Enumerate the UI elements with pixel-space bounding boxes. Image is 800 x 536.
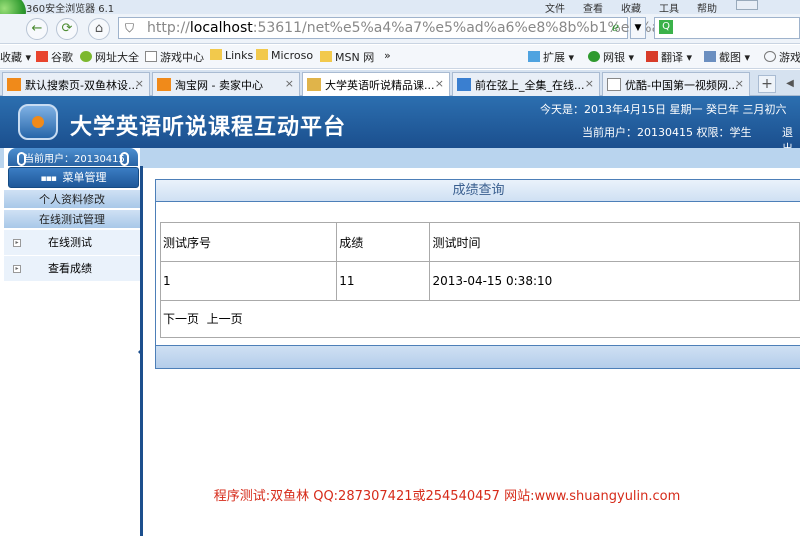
- collapse-arrow-icon[interactable]: [138, 348, 142, 356]
- search-input[interactable]: Q: [654, 17, 800, 39]
- window-menu: 文件 查看 收藏 工具 帮助: [545, 0, 735, 15]
- tab-taobao[interactable]: 淘宝网 - 卖家中心 ×: [152, 72, 300, 96]
- sidebar-group-profile[interactable]: 个人资料修改: [4, 190, 140, 209]
- tab-favicon: [157, 78, 171, 91]
- user-info: 当前用户：20130415 权限：学生: [582, 126, 752, 139]
- screenshot-button[interactable]: 截图 ▾: [704, 49, 750, 65]
- column-header: 成绩: [336, 222, 431, 262]
- shield-icon: ⛉: [125, 21, 135, 35]
- binder-ring-icon: [120, 152, 129, 166]
- translate-button[interactable]: 翻译 ▾: [646, 49, 692, 65]
- search-engine-icon[interactable]: Q: [659, 20, 673, 34]
- tab-youku[interactable]: 优酷-中国第一视频网... ×: [602, 72, 750, 96]
- fav-links[interactable]: Links: [210, 49, 253, 62]
- tab-list-icon[interactable]: ◀: [782, 75, 798, 93]
- next-page-link[interactable]: 下一页: [163, 312, 199, 326]
- compat-mode-icon[interactable]: ℯ: [612, 20, 619, 34]
- tab-favicon: [457, 78, 471, 91]
- table-cell: 1: [159, 261, 338, 301]
- fav-msn[interactable]: MSN 网: [320, 49, 374, 65]
- score-table: 测试序号 成绩 测试时间 1 11 2013-04-15 0:38:10: [159, 222, 800, 301]
- close-icon[interactable]: ×: [585, 77, 594, 90]
- fav-collect[interactable]: 收藏 ▾: [0, 49, 31, 65]
- back-icon[interactable]: ←: [26, 18, 48, 40]
- binder-ring-icon: [17, 152, 26, 166]
- panel-title: 成绩查询: [156, 180, 800, 202]
- tab-soku[interactable]: 前在弦上_全集_在线... ×: [452, 72, 600, 96]
- fav-microsoft[interactable]: Microso: [256, 49, 313, 62]
- browser-title: 360安全浏览器 6.1: [26, 4, 115, 15]
- pager: 下一页 上一页: [160, 300, 800, 338]
- fav-google[interactable]: 谷歌: [36, 49, 73, 65]
- date-info: 今天是：2013年4月15日 星期一 癸巳年 三月初六: [540, 103, 787, 116]
- close-icon[interactable]: ×: [135, 77, 144, 90]
- fav-more[interactable]: »: [384, 49, 391, 62]
- home-icon[interactable]: ⌂: [88, 18, 110, 40]
- column-header: 测试时间: [429, 222, 800, 262]
- close-icon[interactable]: ×: [285, 77, 294, 90]
- fav-game[interactable]: 游戏中心: [145, 49, 204, 65]
- expand-icon: ▸: [13, 239, 21, 247]
- menu-manage-button[interactable]: ▪▪▪ 菜单管理: [8, 167, 139, 188]
- panel-footer: [156, 345, 800, 368]
- minimize-button[interactable]: [736, 0, 758, 10]
- table-header-row: 测试序号 成绩 测试时间: [159, 222, 800, 262]
- column-header: 测试序号: [159, 222, 338, 262]
- fav-hao[interactable]: 网址大全: [80, 49, 139, 65]
- table-row: 1 11 2013-04-15 0:38:10: [159, 261, 800, 301]
- bank-button[interactable]: 网银 ▾: [588, 49, 634, 65]
- ext-button[interactable]: 扩展 ▾: [528, 49, 574, 65]
- tab-favicon: [307, 78, 321, 91]
- table-cell: 2013-04-15 0:38:10: [429, 261, 800, 301]
- game-button[interactable]: 游戏: [764, 49, 800, 65]
- close-icon[interactable]: ×: [435, 77, 444, 90]
- page-title: 大学英语听说课程互动平台: [70, 114, 347, 140]
- prev-page-link[interactable]: 上一页: [207, 312, 243, 326]
- url-dropdown-icon[interactable]: ▼: [630, 17, 646, 39]
- current-user-label: 当前用户：20130415: [8, 148, 138, 166]
- refresh-icon[interactable]: ⟳: [56, 18, 78, 40]
- footer-credit: 程序测试:双鱼林 QQ:287307421或254540457 网站:www.s…: [213, 489, 681, 504]
- table-cell: 11: [336, 261, 431, 301]
- sidebar-group-test[interactable]: 在线测试管理: [4, 210, 140, 229]
- tab-favicon: [7, 78, 21, 91]
- url-text: http://localhost:53611/net%e5%a4%a7%e5%a…: [147, 20, 687, 36]
- tab-course[interactable]: 大学英语听说精品课... ×: [302, 72, 450, 96]
- close-icon[interactable]: ×: [735, 77, 744, 90]
- site-logo-icon: [18, 104, 58, 140]
- sidebar-item-online-test[interactable]: ▸ 在线测试: [4, 230, 140, 256]
- expand-icon: ▸: [13, 265, 21, 273]
- new-tab-icon[interactable]: +: [758, 75, 776, 93]
- tab-favicon: [607, 78, 621, 91]
- grid-icon: ▪▪▪: [40, 174, 57, 184]
- sidebar-item-view-scores[interactable]: ▸ 查看成绩: [4, 256, 140, 282]
- address-bar[interactable]: ⛉ http://localhost:53611/net%e5%a4%a7%e5…: [118, 17, 687, 39]
- tab-search[interactable]: 默认搜索页-双鱼林设... ×: [2, 72, 150, 96]
